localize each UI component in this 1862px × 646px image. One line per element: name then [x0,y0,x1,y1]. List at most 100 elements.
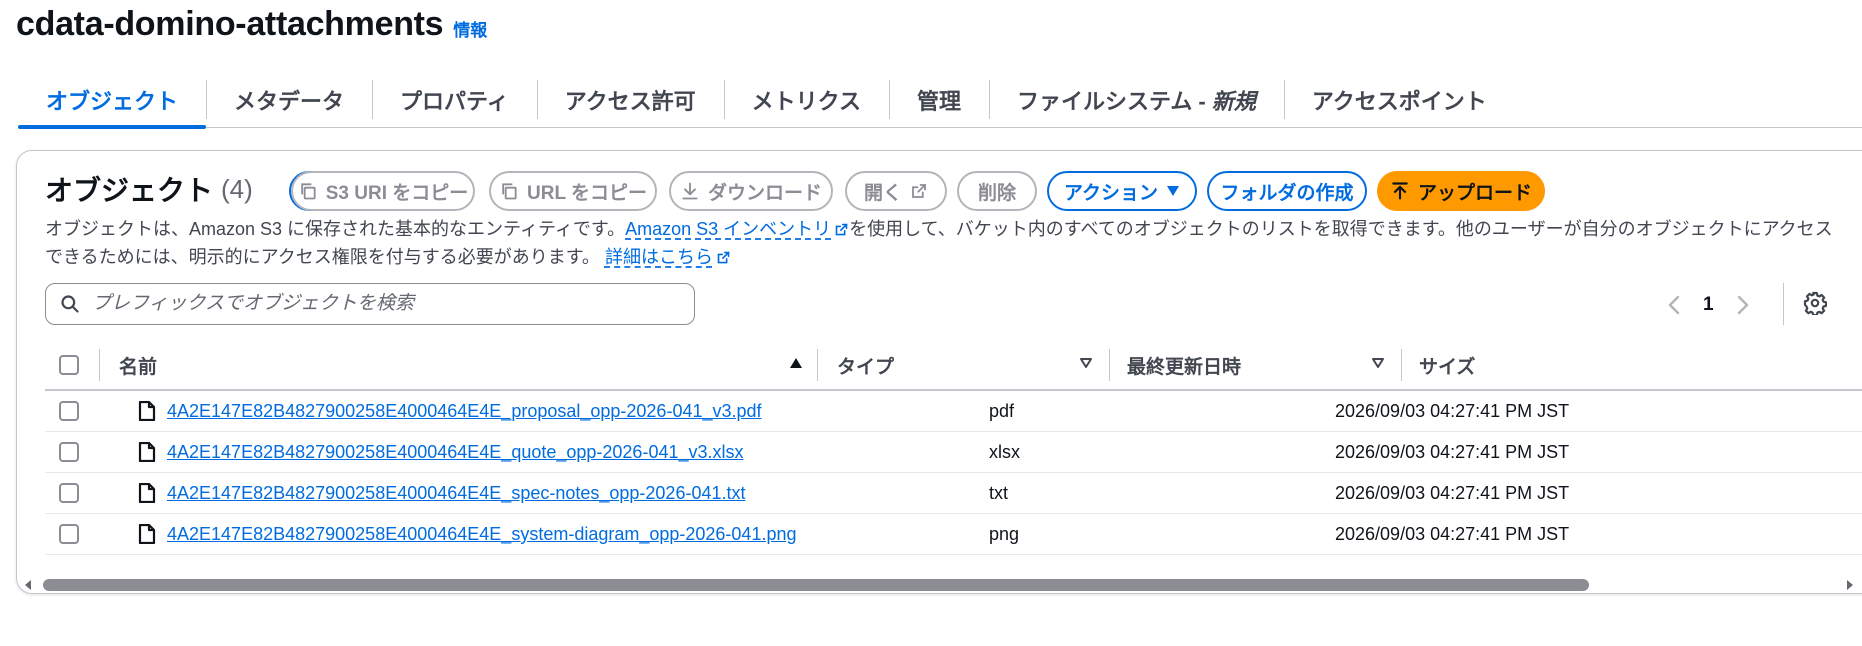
download-button[interactable]: ダウンロード [669,171,833,211]
copy-icon [300,183,316,200]
tab-metadata[interactable]: メタデータ [206,72,372,127]
description-text-1: オブジェクトは、Amazon S3 に保存された基本的なエンティティです。 [45,219,626,239]
object-name-link[interactable]: 4A2E147E82B4827900258E4000464E4E_proposa… [167,391,762,432]
object-type: xlsx [989,442,1020,462]
tab-permissions[interactable]: アクセス許可 [536,72,724,127]
column-header-type[interactable]: タイプ [837,339,894,391]
objects-table: 名前 タイプ 最終更新日時 サイズ 4A2E147E82B4827900258E… [45,339,1862,555]
actions-dropdown-button[interactable]: アクション [1047,171,1197,211]
inventory-link-label: Amazon S3 インベントリ [625,219,832,239]
upload-icon [1392,182,1408,200]
learn-more-label: 詳細はこちら [604,247,713,267]
column-type-label: タイプ [837,356,895,378]
page-header: cdata-domino-attachments 情報 [16,4,487,44]
sort-ascending-icon[interactable] [789,357,803,369]
object-search-input[interactable] [92,293,652,315]
info-link[interactable]: 情報 [453,16,487,41]
external-link-icon [835,223,848,236]
tab-properties-label: プロパティ [400,88,509,114]
sort-icon[interactable] [1079,357,1093,369]
copy-s3-uri-label: S3 URI をコピー [325,182,469,204]
column-divider [817,349,818,381]
select-all-checkbox[interactable] [59,355,79,375]
horizontal-scrollbar[interactable] [17,575,1862,593]
column-size-label: サイズ [1419,356,1476,378]
object-last-modified: 2026/09/03 04:27:41 PM JST [1335,401,1570,421]
objects-description: オブジェクトは、Amazon S3 に保存された基本的なエンティティです。Ama… [45,215,1835,271]
column-header-name[interactable]: 名前 [119,339,157,391]
settings-gear-icon [1803,291,1828,317]
search-icon [61,295,79,313]
external-link-icon [717,251,730,264]
object-last-modified: 2026/09/03 04:27:41 PM JST [1335,524,1570,544]
inventory-link[interactable]: Amazon S3 インベントリ [625,219,849,239]
table-header: 名前 タイプ 最終更新日時 サイズ [45,339,1862,391]
scrollbar-thumb[interactable] [43,579,1589,591]
tab-file-systems-label: ファイルシステム - [1016,88,1212,114]
row-checkbox[interactable] [59,401,79,421]
bucket-tabs: オブジェクト メタデータ プロパティ アクセス許可 メトリクス 管理 ファイルシ… [18,72,1862,129]
sort-icon[interactable] [1371,357,1385,369]
create-folder-button[interactable]: フォルダの作成 [1207,171,1367,211]
bucket-title: cdata-domino-attachments [16,4,444,43]
object-name-link[interactable]: 4A2E147E82B4827900258E4000464E4E_system-… [167,514,797,555]
column-last-modified-label: 最終更新日時 [1127,356,1242,378]
page-number[interactable]: 1 [1703,294,1714,316]
tab-access-points[interactable]: アクセスポイント [1283,72,1515,127]
copy-url-button[interactable]: URL をコピー [489,171,657,211]
column-header-size[interactable]: サイズ [1419,339,1475,391]
column-header-last-modified[interactable]: 最終更新日時 [1127,339,1241,391]
chevron-left-icon[interactable] [1667,295,1681,315]
object-search [45,283,695,325]
object-type: txt [989,483,1009,503]
actions-label: アクション [1063,182,1159,204]
download-label: ダウンロード [707,182,822,204]
tab-objects[interactable]: オブジェクト [18,72,207,129]
tab-file-systems[interactable]: ファイルシステム - 新規 [988,72,1284,127]
file-icon [138,401,156,421]
open-label: 開く [863,182,902,204]
table-row[interactable]: 4A2E147E82B4827900258E4000464E4E_quote_o… [45,432,1862,473]
scroll-right-icon[interactable] [1845,579,1855,591]
pager-divider [1783,283,1784,325]
scroll-left-icon[interactable] [23,579,33,591]
file-icon [138,524,156,544]
upload-button[interactable]: アップロード [1377,171,1545,211]
tab-permissions-label: アクセス許可 [564,88,696,114]
copy-url-label: URL をコピー [527,182,647,204]
tab-management[interactable]: 管理 [888,72,989,127]
chevron-right-icon[interactable] [1736,295,1750,315]
download-icon [682,182,698,200]
object-last-modified: 2026/09/03 04:27:41 PM JST [1335,442,1570,462]
external-link-icon [912,184,926,198]
learn-more-link[interactable]: 詳細はこちら [605,247,731,267]
copy-s3-uri-button[interactable]: S3 URI をコピー [291,171,475,211]
object-name-link[interactable]: 4A2E147E82B4827900258E4000464E4E_quote_o… [167,432,744,473]
objects-count: (4) [221,173,253,204]
row-checkbox[interactable] [59,442,79,462]
object-type: pdf [989,401,1015,421]
row-checkbox[interactable] [59,483,79,503]
column-divider [99,349,100,381]
tab-metrics-label: メトリクス [751,88,861,114]
file-icon [138,442,156,462]
table-row[interactable]: 4A2E147E82B4827900258E4000464E4E_proposa… [45,391,1862,432]
file-icon [138,483,156,503]
object-type: png [989,524,1020,544]
table-row[interactable]: 4A2E147E82B4827900258E4000464E4E_spec-no… [45,473,1862,514]
tab-metrics[interactable]: メトリクス [723,72,889,127]
table-settings-button[interactable] [1803,291,1828,320]
tab-properties[interactable]: プロパティ [372,72,537,127]
tab-access-points-label: アクセスポイント [1311,88,1487,114]
delete-label: 削除 [977,182,1016,204]
table-row[interactable]: 4A2E147E82B4827900258E4000464E4E_system-… [45,514,1862,555]
row-checkbox[interactable] [59,524,79,544]
tab-management-label: 管理 [916,88,961,114]
object-last-modified: 2026/09/03 04:27:41 PM JST [1335,483,1570,503]
column-divider [1401,349,1402,381]
delete-button[interactable]: 削除 [957,171,1037,211]
column-name-label: 名前 [119,356,158,378]
object-name-link[interactable]: 4A2E147E82B4827900258E4000464E4E_spec-no… [167,473,745,514]
column-divider [1109,349,1110,381]
open-button[interactable]: 開く [845,171,947,211]
